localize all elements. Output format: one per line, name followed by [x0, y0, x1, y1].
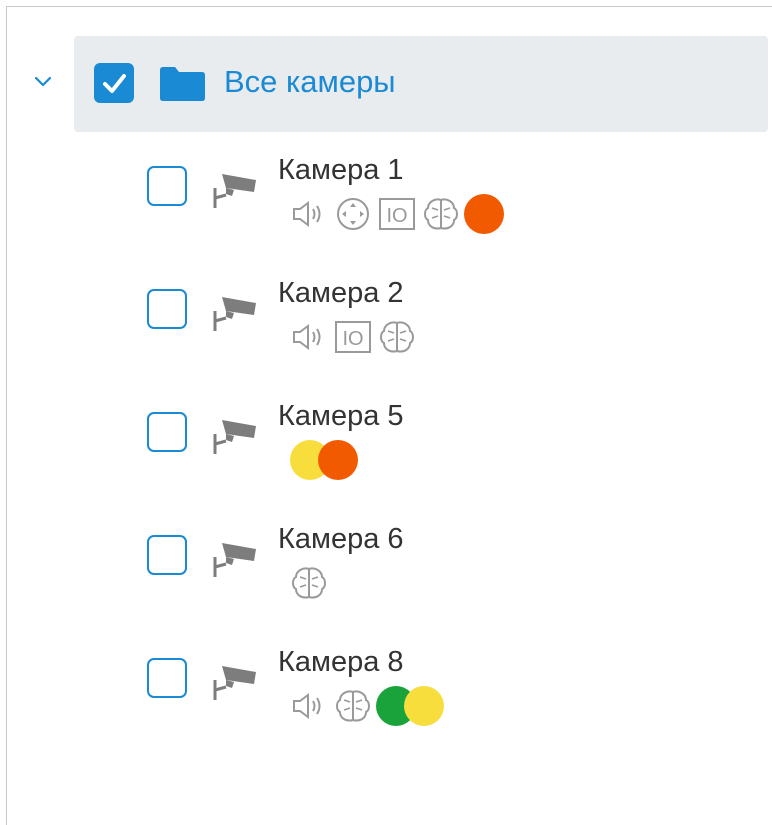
- camera-icon: [213, 420, 256, 454]
- camera-checkbox[interactable]: [147, 412, 187, 452]
- sound-icon: [288, 194, 332, 234]
- sound-icon: [288, 686, 332, 726]
- io-icon-label: IO: [342, 328, 363, 350]
- brain-icon: [288, 563, 332, 603]
- camera-row-2[interactable]: Камера 2 IO: [0, 275, 772, 385]
- camera-icon: [213, 174, 256, 208]
- root-label: Все камеры: [224, 64, 396, 99]
- io-icon: IO: [376, 194, 420, 234]
- camera-checkbox[interactable]: [147, 289, 187, 329]
- camera-name: Камера 1: [278, 154, 404, 186]
- camera-row-5[interactable]: Камера 5: [0, 398, 772, 508]
- camera-name: Камера 6: [278, 523, 404, 555]
- brain-icon: [376, 317, 420, 357]
- io-icon: IO: [332, 317, 376, 357]
- camera-row-8[interactable]: Камера 8: [0, 644, 772, 754]
- status-dots: [464, 194, 504, 234]
- sound-icon: [288, 317, 332, 357]
- status-dots: [376, 686, 444, 726]
- camera-name: Камера 8: [278, 646, 404, 678]
- status-dots: [290, 440, 358, 480]
- ptz-icon: [332, 194, 376, 234]
- checkmark-icon: [103, 74, 126, 93]
- brain-icon: [420, 194, 464, 234]
- camera-checkbox[interactable]: [147, 166, 187, 206]
- camera-icon: [213, 297, 256, 331]
- chevron-down-icon[interactable]: [30, 68, 56, 94]
- status-dot-orange: [318, 440, 358, 480]
- camera-row-6[interactable]: Камера 6: [0, 521, 772, 631]
- camera-icon: [213, 666, 256, 700]
- io-icon-label: IO: [386, 205, 407, 227]
- brain-icon: [332, 686, 376, 726]
- camera-feature-icons: [290, 440, 358, 480]
- camera-row-1[interactable]: Камера 1 IO: [0, 152, 772, 262]
- camera-feature-icons: IO: [288, 194, 504, 234]
- camera-feature-icons: [288, 563, 332, 603]
- camera-name: Камера 2: [278, 277, 404, 309]
- status-dot-orange: [464, 194, 504, 234]
- camera-checkbox[interactable]: [147, 535, 187, 575]
- camera-feature-icons: IO: [288, 317, 420, 357]
- camera-name: Камера 5: [278, 400, 404, 432]
- camera-checkbox[interactable]: [147, 658, 187, 698]
- camera-icon: [213, 543, 256, 577]
- camera-feature-icons: [288, 686, 444, 726]
- root-checkbox[interactable]: [94, 63, 134, 103]
- status-dot-yellow: [404, 686, 444, 726]
- folder-icon: [160, 67, 205, 101]
